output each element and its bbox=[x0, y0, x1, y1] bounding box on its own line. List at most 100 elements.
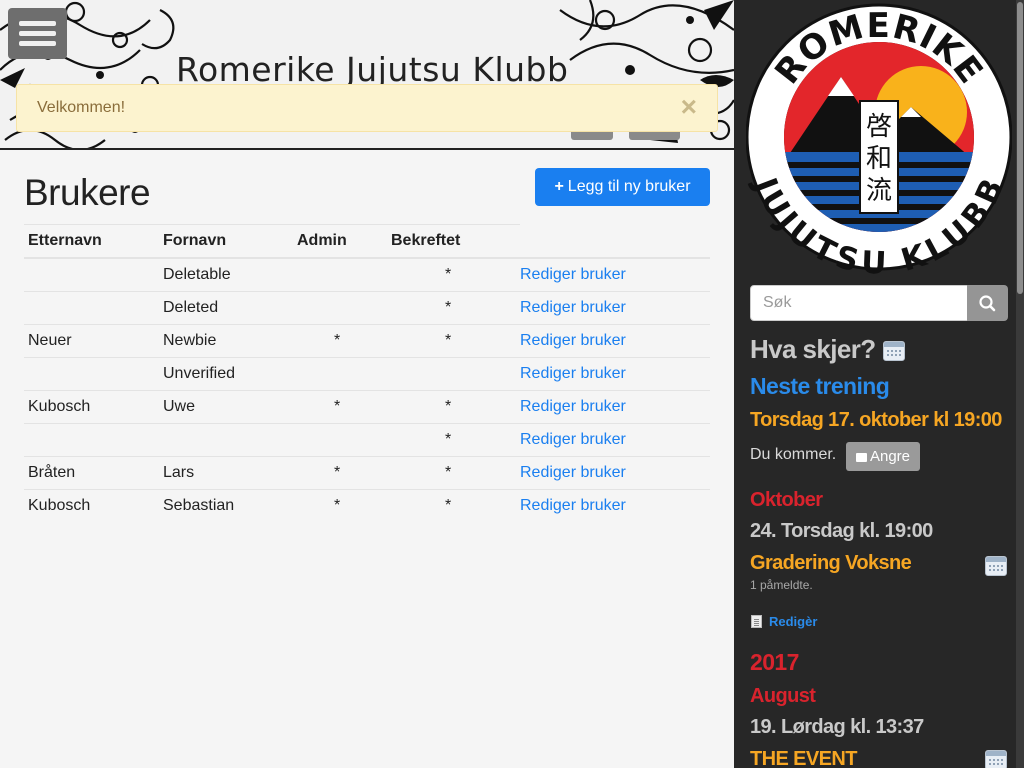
scrollbar-thumb[interactable] bbox=[1017, 2, 1023, 294]
hamburger-icon bbox=[19, 21, 56, 26]
search-icon bbox=[979, 295, 996, 312]
cell-first-name: Sebastian bbox=[159, 488, 293, 522]
cell-confirmed: * bbox=[387, 488, 516, 522]
table-row: Kubosch Uwe * * Rediger bruker bbox=[24, 389, 710, 423]
cell-first-name: Uwe bbox=[159, 389, 293, 423]
cell-confirmed: * bbox=[387, 290, 516, 324]
edit-user-link[interactable]: Rediger bruker bbox=[520, 398, 626, 415]
cell-edit: Rediger bruker bbox=[516, 323, 710, 357]
cell-admin: * bbox=[293, 488, 387, 522]
page-title: Brukere bbox=[24, 172, 151, 213]
event-name[interactable]: Gradering Voksne bbox=[750, 552, 912, 575]
cell-admin bbox=[293, 258, 387, 291]
table-header-row: Etternavn Fornavn Admin Bekreftet bbox=[24, 225, 710, 259]
search-input[interactable] bbox=[750, 285, 968, 321]
cell-confirmed: * bbox=[387, 422, 516, 456]
edit-user-link[interactable]: Rediger bruker bbox=[520, 332, 626, 349]
table-row: * Rediger bruker bbox=[24, 422, 710, 456]
cell-first-name: Deletable bbox=[163, 265, 231, 283]
sidebar: 啓 和 流 ROMERIKE JUJUTSU KLUBB Hva skjer? … bbox=[734, 0, 1024, 768]
cell-edit: Rediger bruker bbox=[516, 488, 710, 522]
sidebar-scrollbar[interactable] bbox=[1016, 0, 1024, 768]
logo-kanji: 和 bbox=[866, 144, 892, 174]
cell-confirmed bbox=[387, 356, 516, 390]
cell-first-name: Unverified bbox=[159, 356, 293, 390]
year-label: 2017 bbox=[750, 649, 799, 675]
month-label: August bbox=[750, 685, 816, 707]
undo-attendance-button[interactable]: Angre bbox=[846, 442, 920, 471]
cell-last-name bbox=[24, 290, 159, 324]
edit-user-link[interactable]: Rediger bruker bbox=[520, 266, 626, 283]
add-user-button[interactable]: + Legg til ny bruker bbox=[535, 168, 710, 206]
users-table: Etternavn Fornavn Admin Bekreftet Deleta… bbox=[24, 225, 710, 522]
cell-last-name bbox=[24, 356, 159, 390]
club-logo: 啓 和 流 ROMERIKE JUJUTSU KLUBB bbox=[746, 3, 1012, 274]
cell-edit: Rediger bruker bbox=[516, 422, 710, 456]
cell-edit: Rediger bruker bbox=[516, 258, 710, 291]
column-header-etternavn[interactable]: Etternavn bbox=[24, 225, 159, 259]
events-heading: Hva skjer? bbox=[750, 334, 876, 364]
logo-kanji: 流 bbox=[866, 176, 892, 206]
menu-toggle-button[interactable] bbox=[8, 8, 67, 59]
column-header-bekreftet[interactable]: Bekreftet bbox=[387, 225, 516, 259]
cell-admin bbox=[293, 356, 387, 390]
cell-edit: Rediger bruker bbox=[516, 455, 710, 489]
next-training-label[interactable]: Neste trening bbox=[750, 373, 890, 400]
cell-first-name: Deleted bbox=[159, 290, 293, 324]
cell-edit: Rediger bruker bbox=[516, 356, 710, 390]
month-label: Oktober bbox=[750, 489, 823, 511]
search-button[interactable] bbox=[967, 285, 1008, 321]
cell-admin: * bbox=[293, 389, 387, 423]
edit-event-link[interactable]: Redigèr bbox=[769, 614, 817, 629]
document-icon bbox=[751, 615, 762, 628]
cell-last-name bbox=[24, 422, 159, 456]
logo-kanji: 啓 bbox=[866, 112, 892, 142]
cell-confirmed: * bbox=[387, 389, 516, 423]
hamburger-icon bbox=[19, 31, 56, 36]
cell-last-name: Neuer bbox=[24, 323, 159, 357]
column-header-fornavn[interactable]: Fornavn bbox=[159, 225, 293, 259]
table-row: Unverified Rediger bruker bbox=[24, 356, 710, 390]
calendar-icon[interactable] bbox=[985, 750, 1007, 768]
event-datetime: 24. Torsdag kl. 19:00 bbox=[750, 520, 933, 542]
cell-last-name bbox=[24, 258, 159, 291]
cell-confirmed: * bbox=[387, 323, 516, 357]
table-row: Kubosch Sebastian * * Rediger bruker bbox=[24, 488, 710, 522]
thumbs-down-icon bbox=[855, 453, 867, 462]
cell-confirmed: * bbox=[445, 265, 452, 283]
alert-message: Velkommen! bbox=[37, 99, 126, 116]
cell-first-name: Newbie bbox=[159, 323, 293, 357]
cell-admin bbox=[293, 290, 387, 324]
next-training-time: Torsdag 17. oktober kl 19:00 bbox=[750, 409, 1002, 431]
edit-user-link[interactable]: Rediger bruker bbox=[520, 299, 626, 316]
hamburger-icon bbox=[19, 41, 56, 46]
calendar-icon[interactable] bbox=[883, 341, 905, 361]
column-header-admin[interactable]: Admin bbox=[293, 225, 387, 259]
cell-first-name: Lars bbox=[159, 455, 293, 489]
event-name[interactable]: THE EVENT bbox=[750, 748, 857, 768]
edit-user-link[interactable]: Rediger bruker bbox=[520, 365, 626, 382]
edit-user-link[interactable]: Rediger bruker bbox=[520, 464, 626, 481]
cell-first-name bbox=[159, 422, 293, 456]
cell-last-name: Bråten bbox=[24, 455, 159, 489]
cell-last-name: Kubosch bbox=[24, 389, 159, 423]
main-area: Romerike Jujutsu Klubb Velkommen! × Bruk… bbox=[0, 0, 734, 768]
cell-admin: * bbox=[293, 323, 387, 357]
add-user-button-label: Legg til ny bruker bbox=[567, 178, 691, 195]
edit-user-link[interactable]: Rediger bruker bbox=[520, 497, 626, 514]
welcome-alert: Velkommen! × bbox=[16, 84, 718, 132]
cell-edit: Rediger bruker bbox=[516, 290, 710, 324]
table-row: Deletable * Rediger bruker bbox=[24, 258, 710, 291]
column-header-actions bbox=[516, 225, 710, 259]
table-row: Bråten Lars * * Rediger bruker bbox=[24, 455, 710, 489]
calendar-icon[interactable] bbox=[985, 556, 1007, 576]
cell-last-name: Kubosch bbox=[24, 488, 159, 522]
attendance-status: Du kommer. bbox=[750, 446, 837, 463]
table-row: Deleted * Rediger bruker bbox=[24, 290, 710, 324]
plus-icon: + bbox=[554, 178, 564, 195]
cell-admin bbox=[293, 422, 387, 456]
cell-admin: * bbox=[293, 455, 387, 489]
edit-user-link[interactable]: Rediger bruker bbox=[520, 431, 626, 448]
close-icon[interactable]: × bbox=[681, 92, 697, 122]
table-row: Neuer Newbie * * Rediger bruker bbox=[24, 323, 710, 357]
